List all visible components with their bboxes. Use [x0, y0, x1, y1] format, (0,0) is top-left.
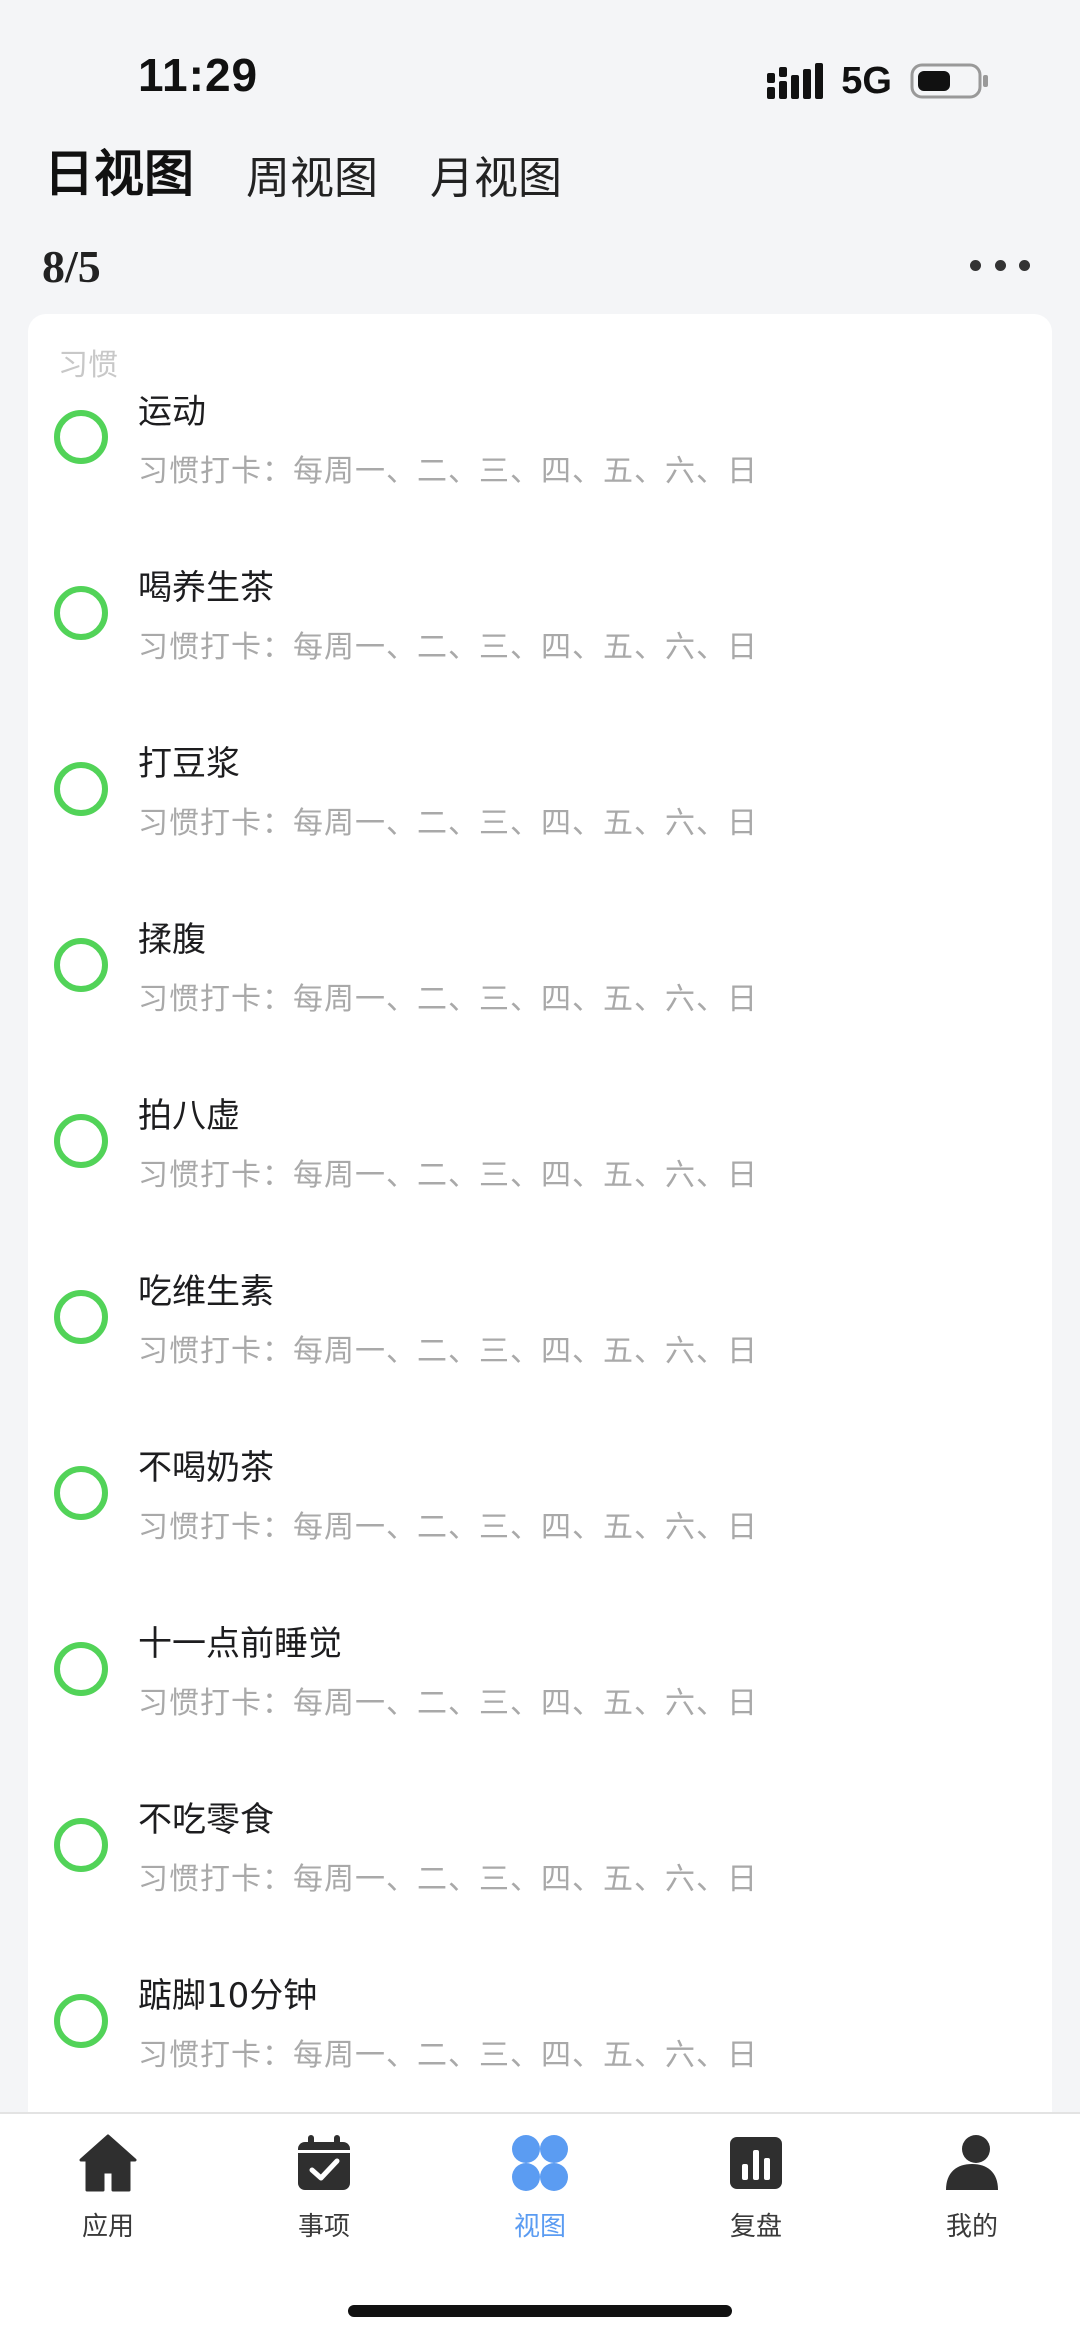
habit-item[interactable]: 运动 习惯打卡：每周一、二、三、四、五、六、日 — [28, 392, 1052, 572]
habit-schedule: 习惯打卡：每周一、二、三、四、五、六、日 — [138, 454, 758, 489]
habit-check-circle[interactable] — [54, 762, 108, 816]
bar-chart-icon — [730, 2137, 782, 2189]
more-options-button[interactable] — [970, 250, 1030, 280]
habit-check-circle[interactable] — [54, 1994, 108, 2048]
habit-schedule: 习惯打卡：每周一、二、三、四、五、六、日 — [138, 1158, 758, 1193]
habit-item[interactable]: 拍八虚 习惯打卡：每周一、二、三、四、五、六、日 — [28, 1096, 1052, 1276]
habit-item[interactable]: 不吃零食 习惯打卡：每周一、二、三、四、五、六、日 — [28, 1800, 1052, 1980]
habit-item[interactable]: 吃维生素 习惯打卡：每周一、二、三、四、五、六、日 — [28, 1272, 1052, 1452]
tab-views[interactable]: 视图 — [432, 2114, 648, 2254]
network-type-label: 5G — [841, 59, 892, 102]
habit-schedule: 习惯打卡：每周一、二、三、四、五、六、日 — [138, 630, 758, 665]
habit-check-circle[interactable] — [54, 1114, 108, 1168]
tab-month-view[interactable]: 月视图 — [430, 142, 562, 206]
tab-label: 我的 — [945, 2212, 998, 2242]
habit-schedule: 习惯打卡：每周一、二、三、四、五、六、日 — [138, 1510, 758, 1545]
habit-check-circle[interactable] — [54, 410, 108, 464]
habit-schedule: 习惯打卡：每周一、二、三、四、五、六、日 — [138, 982, 758, 1017]
habit-title: 运动 — [138, 392, 206, 432]
battery-icon — [910, 63, 988, 99]
section-label: 习惯 — [58, 348, 118, 383]
habit-title: 不喝奶茶 — [138, 1448, 274, 1488]
status-time: 11:29 — [138, 49, 259, 101]
tab-bar-items: 应用 事项 视图 复盘 我的 — [0, 2114, 1080, 2254]
tab-apps[interactable]: 应用 — [0, 2114, 216, 2254]
habit-check-circle[interactable] — [54, 586, 108, 640]
tab-tasks[interactable]: 事项 — [216, 2114, 432, 2254]
habit-title: 十一点前睡觉 — [138, 1624, 342, 1664]
status-indicators: 5G — [767, 56, 990, 106]
habit-list: 运动 习惯打卡：每周一、二、三、四、五、六、日 喝养生茶 习惯打卡：每周一、二、… — [28, 392, 1052, 2114]
tab-label: 应用 — [81, 2212, 134, 2242]
habit-title: 喝养生茶 — [138, 568, 274, 608]
user-icon — [946, 2135, 998, 2190]
habit-card: 习惯 运动 习惯打卡：每周一、二、三、四、五、六、日 喝养生茶 习惯打卡：每周一… — [28, 314, 1052, 2114]
habit-schedule: 习惯打卡：每周一、二、三、四、五、六、日 — [138, 1334, 758, 1369]
tab-day-view[interactable]: 日视图 — [44, 134, 194, 206]
habit-schedule: 习惯打卡：每周一、二、三、四、五、六、日 — [138, 2038, 758, 2073]
habit-check-circle[interactable] — [54, 1466, 108, 1520]
habit-item[interactable]: 喝养生茶 习惯打卡：每周一、二、三、四、五、六、日 — [28, 568, 1052, 748]
habit-item[interactable]: 踮脚10分钟 习惯打卡：每周一、二、三、四、五、六、日 — [28, 1976, 1052, 2114]
more-horizontal-icon — [970, 259, 981, 271]
habit-item[interactable]: 揉腹 习惯打卡：每周一、二、三、四、五、六、日 — [28, 920, 1052, 1100]
four-petal-grid-icon — [512, 2135, 568, 2191]
habit-schedule: 习惯打卡：每周一、二、三、四、五、六、日 — [138, 806, 758, 841]
tab-label: 复盘 — [729, 2212, 782, 2242]
status-bar: 11:29 5G — [0, 0, 1080, 140]
habit-schedule: 习惯打卡：每周一、二、三、四、五、六、日 — [138, 1686, 758, 1721]
habit-schedule: 习惯打卡：每周一、二、三、四、五、六、日 — [138, 1862, 758, 1897]
habit-item[interactable]: 十一点前睡觉 习惯打卡：每周一、二、三、四、五、六、日 — [28, 1624, 1052, 1804]
habit-title: 拍八虚 — [138, 1096, 240, 1136]
habit-title: 揉腹 — [138, 920, 206, 960]
calendar-check-icon — [298, 2135, 350, 2190]
home-indicator — [348, 2305, 732, 2317]
tab-review[interactable]: 复盘 — [648, 2114, 864, 2254]
tab-label: 视图 — [513, 2212, 566, 2242]
signal-icon — [767, 63, 824, 99]
habit-title: 打豆浆 — [138, 744, 240, 784]
home-icon — [79, 2134, 137, 2192]
habit-check-circle[interactable] — [54, 938, 108, 992]
habit-check-circle[interactable] — [54, 1642, 108, 1696]
habit-title: 不吃零食 — [138, 1800, 274, 1840]
habit-check-circle[interactable] — [54, 1290, 108, 1344]
habit-title: 吃维生素 — [138, 1272, 274, 1312]
habit-item[interactable]: 不喝奶茶 习惯打卡：每周一、二、三、四、五、六、日 — [28, 1448, 1052, 1628]
habit-title: 踮脚10分钟 — [138, 1976, 318, 2016]
tab-profile[interactable]: 我的 — [864, 2114, 1080, 2254]
habit-check-circle[interactable] — [54, 1818, 108, 1872]
tab-label: 事项 — [297, 2212, 350, 2242]
view-tabs: 日视图 周视图 月视图 — [44, 136, 562, 206]
current-date: 8/5 — [42, 241, 101, 292]
tab-week-view[interactable]: 周视图 — [246, 142, 378, 206]
habit-item[interactable]: 打豆浆 习惯打卡：每周一、二、三、四、五、六、日 — [28, 744, 1052, 924]
